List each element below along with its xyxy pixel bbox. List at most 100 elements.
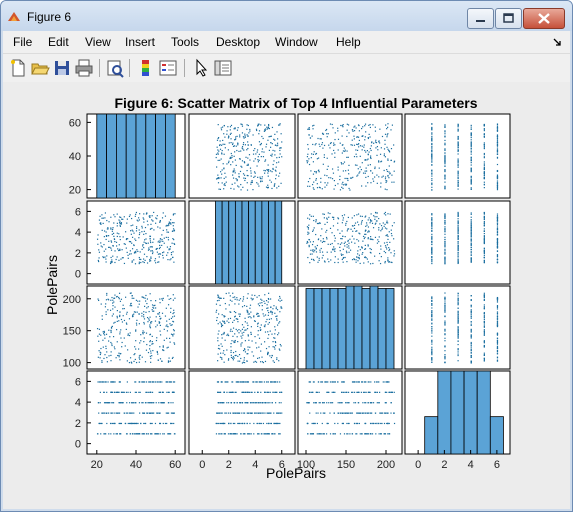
scatter-point (356, 156, 358, 158)
scatter-point (223, 361, 225, 363)
scatter-point (393, 160, 396, 162)
scatter-point (347, 179, 349, 182)
scatter-point (274, 348, 276, 350)
scatter-point (384, 133, 387, 135)
dock-arrow-icon[interactable] (552, 37, 562, 47)
scatter-point (115, 357, 117, 359)
scatter-point (135, 299, 138, 301)
scatter-point (431, 335, 433, 337)
scatter-point (223, 133, 225, 135)
scatter-point (115, 433, 117, 435)
scatter-point (470, 177, 472, 179)
scatter-point (135, 322, 138, 324)
scatter-point (147, 351, 150, 354)
scatter-point (110, 341, 112, 344)
scatter-point (123, 243, 125, 245)
scatter-point (120, 391, 123, 393)
scatter-point (122, 304, 124, 306)
scatter-point (114, 412, 116, 414)
scatter-point (332, 248, 334, 250)
scatter-point (275, 144, 277, 146)
new-figure-icon[interactable] (8, 58, 28, 78)
scatter-point (153, 412, 155, 414)
scatter-point (110, 299, 112, 301)
scatter-point (339, 175, 341, 177)
scatter-point (126, 251, 128, 254)
menu-view[interactable]: View (85, 35, 111, 49)
menu-file[interactable]: File (13, 35, 32, 49)
colorbar-icon[interactable] (136, 58, 156, 78)
save-icon[interactable] (52, 58, 72, 78)
scatter-point (257, 357, 259, 360)
scatter-point (144, 361, 147, 363)
scatter-point (275, 174, 277, 176)
scatter-point (247, 175, 249, 177)
scatter-point (259, 327, 261, 329)
scatter-point (470, 230, 472, 232)
scatter-point (431, 361, 433, 363)
scatter-point (389, 213, 391, 215)
menu-tools[interactable]: Tools (171, 35, 199, 49)
scatter-point (470, 170, 472, 172)
scatter-point (353, 135, 355, 137)
menu-insert[interactable]: Insert (125, 35, 155, 49)
scatter-point (364, 159, 367, 161)
scatter-point (309, 214, 311, 216)
menu-window[interactable]: Window (275, 35, 318, 49)
scatter-point (496, 141, 499, 143)
title-bar[interactable]: Figure 6 (1, 1, 572, 31)
minimize-button[interactable] (467, 8, 494, 29)
scatter-point (101, 412, 103, 414)
scatter-point (142, 402, 144, 404)
menu-edit[interactable]: Edit (48, 35, 69, 49)
scatter-point (106, 391, 108, 393)
scatter-point (278, 161, 280, 163)
scatter-point (483, 324, 485, 326)
scatter-point (229, 156, 232, 158)
print-preview-icon[interactable] (105, 58, 125, 78)
scatter-point (105, 433, 107, 435)
scatter-point (123, 262, 126, 265)
open-file-icon[interactable] (30, 58, 50, 78)
scatter-point (246, 328, 249, 330)
scatter-point (483, 360, 485, 362)
scatter-point (112, 227, 114, 229)
scatter-point (135, 340, 137, 342)
maximize-button[interactable] (495, 8, 522, 29)
property-editor-icon[interactable] (213, 58, 233, 78)
scatter-point (99, 357, 101, 359)
scatter-point (137, 306, 139, 308)
scatter-point (391, 235, 393, 237)
menu-desktop[interactable]: Desktop (216, 35, 260, 49)
scatter-point (161, 244, 163, 247)
legend-icon[interactable] (158, 58, 178, 78)
scatter-point (431, 315, 433, 317)
scatter-point (310, 215, 312, 217)
scatter-point (261, 299, 263, 301)
scatter-point (215, 178, 218, 180)
scatter-point (232, 174, 234, 176)
scatter-point (371, 222, 374, 224)
scatter-point (391, 124, 393, 126)
scatter-matrix-plot[interactable]: Figure 6: Scatter Matrix of Top 4 Influe… (3, 82, 570, 509)
scatter-point (139, 258, 141, 260)
scatter-point (384, 262, 386, 264)
print-icon[interactable] (74, 58, 94, 78)
scatter-point (274, 422, 276, 425)
scatter-point (113, 238, 115, 240)
scatter-point (277, 334, 279, 336)
scatter-point (384, 211, 387, 214)
scatter-point (112, 336, 115, 338)
menu-help[interactable]: Help (336, 35, 361, 49)
scatter-point (378, 140, 380, 142)
scatter-point (353, 130, 356, 132)
scatter-point (230, 138, 232, 140)
x-tick-label: 2 (441, 459, 447, 471)
close-button[interactable] (523, 8, 565, 29)
scatter-point (496, 240, 499, 242)
scatter-point (130, 361, 132, 363)
pointer-icon[interactable] (191, 58, 211, 78)
scatter-point (307, 233, 309, 235)
scatter-point (267, 433, 269, 435)
scatter-point (444, 340, 446, 342)
